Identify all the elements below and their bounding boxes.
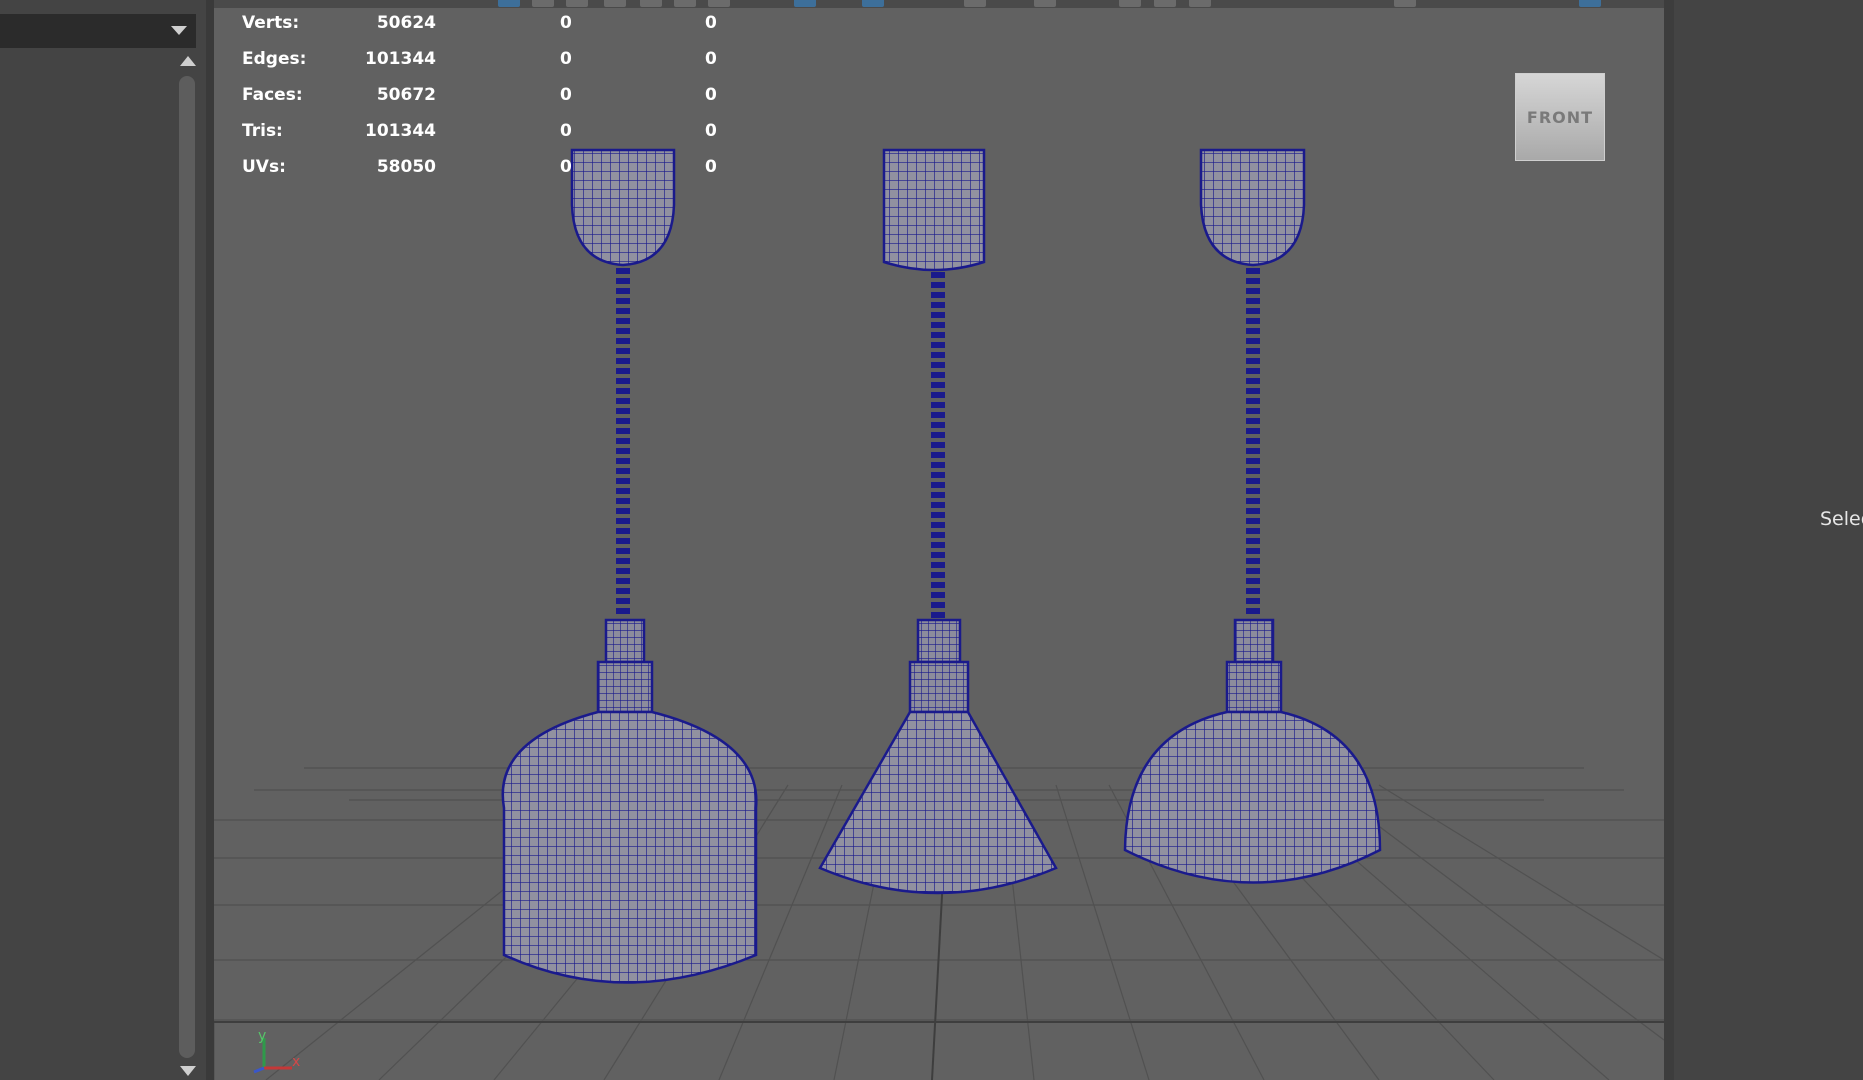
toolbar-button[interactable] [862, 0, 884, 7]
panel-dropdown[interactable] [0, 14, 196, 48]
hud-row-edges: Edges: 101344 0 0 [242, 49, 717, 73]
toolbar-button[interactable] [498, 0, 520, 7]
hud-value: 58050 [376, 157, 436, 177]
toolbar-button[interactable] [794, 0, 816, 7]
toolbar-button[interactable] [1189, 0, 1211, 7]
axis-gizmo: y x [253, 1028, 300, 1074]
toolbar-button[interactable] [566, 0, 588, 7]
lamp-2 [818, 148, 1058, 895]
lamp-3 [1123, 148, 1382, 884]
hud-value: 0 [560, 121, 572, 141]
left-panel [0, 0, 212, 1080]
toolbar-button[interactable] [964, 0, 986, 7]
hud-value: 101344 [365, 121, 436, 141]
hud-value: 0 [560, 85, 572, 105]
hud-row-tris: Tris: 101344 0 0 [242, 121, 717, 145]
hud-row-verts: Verts: 50624 0 0 [242, 13, 717, 37]
toolbar-button[interactable] [1119, 0, 1141, 7]
hud-value: 0 [705, 85, 717, 105]
panel-divider[interactable] [206, 0, 214, 1080]
chevron-down-icon[interactable] [171, 26, 187, 35]
toolbar-button[interactable] [1034, 0, 1056, 7]
toolbar-button[interactable] [708, 0, 730, 7]
hud-value: 101344 [365, 49, 436, 69]
panel-divider-right[interactable] [1664, 0, 1674, 1080]
lamp-2-shade [818, 710, 1058, 895]
lamp-2-canopy [882, 148, 986, 272]
hud-label: Tris: [242, 121, 283, 141]
toolbar-button[interactable] [1154, 0, 1176, 7]
hud-row-uvs: UVs: 58050 0 0 [242, 157, 717, 181]
hud-value: 50624 [376, 13, 436, 33]
toolbar-button[interactable] [1394, 0, 1416, 7]
view-cube-label: FRONT [1526, 107, 1594, 127]
viewport[interactable]: y x Verts: 50624 0 0 Edges: 101344 0 0 F… [214, 0, 1664, 1080]
toolbar-button[interactable] [532, 0, 554, 7]
hud-value: 0 [705, 49, 717, 69]
lamp-1 [501, 148, 758, 984]
hud-row-faces: Faces: 50672 0 0 [242, 85, 717, 109]
scroll-down-icon[interactable] [180, 1066, 196, 1076]
toolbar-button[interactable] [1579, 0, 1601, 7]
hud-value: 0 [560, 157, 572, 177]
hud-value: 0 [560, 13, 572, 33]
hud-label: Edges: [242, 49, 307, 69]
hud-value: 50672 [376, 85, 436, 105]
hud-label: UVs: [242, 157, 286, 177]
lamp-3-shade [1123, 710, 1382, 884]
right-panel [1674, 0, 1863, 1080]
lamp-1-shade [501, 710, 758, 984]
toolbar-button[interactable] [640, 0, 662, 7]
toolbar-button[interactable] [604, 0, 626, 7]
toolbar-button[interactable] [674, 0, 696, 7]
hud-value: 0 [560, 49, 572, 69]
right-panel-label: Selec [1820, 508, 1863, 530]
hud-label: Verts: [242, 13, 300, 33]
axis-y-label: y [258, 1028, 266, 1044]
hud-value: 0 [705, 13, 717, 33]
axis-x-label: x [292, 1054, 300, 1070]
hud-label: Faces: [242, 85, 303, 105]
view-cube[interactable]: FRONT [1515, 73, 1605, 161]
lamp-3-canopy [1199, 148, 1306, 267]
viewport-toolbar [214, 0, 1664, 8]
hud-value: 0 [705, 121, 717, 141]
scrollbar-thumb[interactable] [179, 76, 195, 1058]
hud-value: 0 [705, 157, 717, 177]
scroll-up-icon[interactable] [180, 56, 196, 66]
